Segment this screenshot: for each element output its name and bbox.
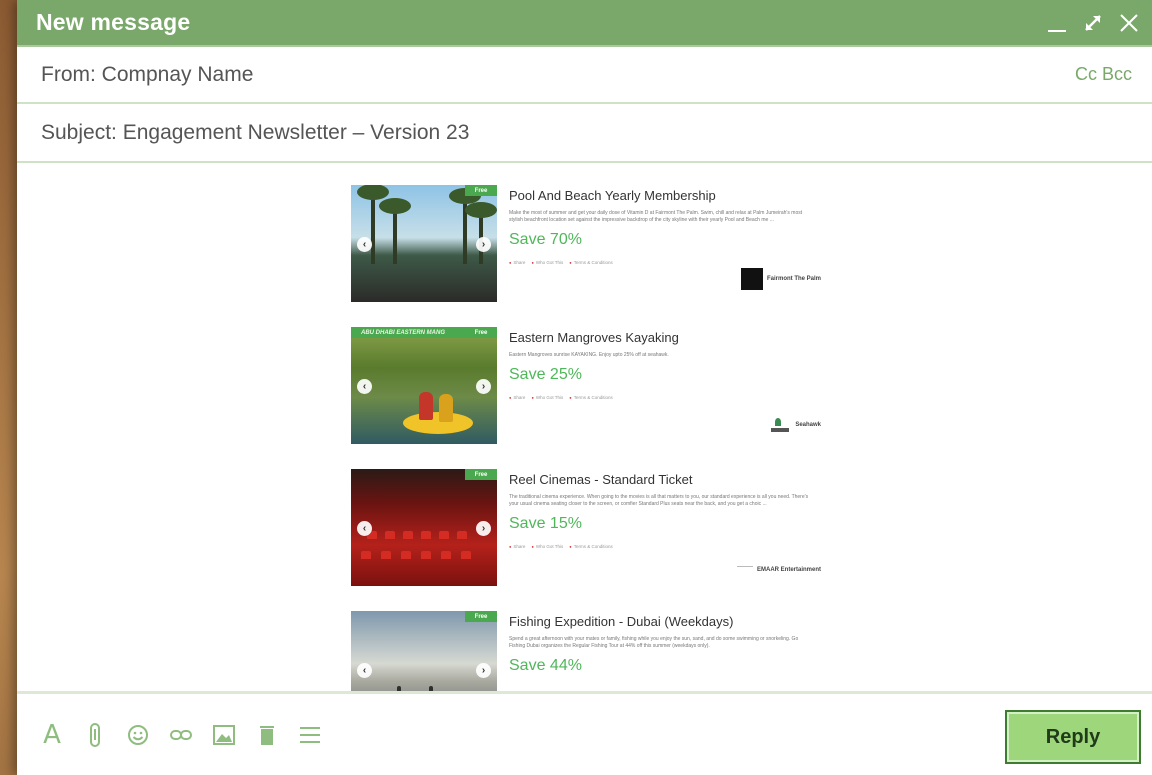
seat-shape (421, 531, 431, 539)
deal-description: Eastern Mangroves sunrise KAYAKING. Enjo… (509, 352, 669, 358)
who-got-this-link[interactable]: Who Got This (531, 544, 563, 549)
share-link[interactable]: Share (509, 395, 525, 400)
attachment-icon[interactable] (84, 722, 106, 748)
seat-shape (403, 531, 413, 539)
share-link[interactable]: Share (509, 544, 525, 549)
prev-arrow-icon[interactable]: ‹ (357, 236, 372, 252)
close-icon[interactable] (1118, 12, 1140, 34)
deal-description: The traditional cinema experience. When … (509, 494, 809, 507)
cc-link[interactable]: Cc (1075, 64, 1097, 85)
free-tag: Free (465, 611, 497, 622)
terms-link[interactable]: Terms & Conditions (569, 260, 613, 265)
deal-save: Save 70% (509, 231, 582, 248)
share-link[interactable]: Share (509, 260, 525, 265)
deal-actions: Share Who Got This Terms & Conditions (509, 544, 821, 549)
deal-description: Make the most of summer and get your dai… (509, 210, 803, 223)
person-shape (439, 394, 453, 422)
merchant: Seahawk (771, 418, 821, 432)
trash-icon[interactable] (256, 722, 278, 748)
deal-image: Free ‹ › (351, 469, 497, 586)
terms-link[interactable]: Terms & Conditions (569, 544, 613, 549)
deal-actions: Share Who Got This Terms & Conditions (509, 260, 821, 265)
message-body[interactable]: Free ‹ › Pool And Beach Yearly Membershi… (17, 165, 1152, 691)
seat-shape (401, 551, 411, 559)
seat-shape (439, 531, 449, 539)
merchant: Fairmont The Palm (740, 268, 821, 290)
merchant: EMAAR Entertainment (736, 566, 821, 574)
seat-shape (457, 531, 467, 539)
newsletter: Free ‹ › Pool And Beach Yearly Membershi… (351, 185, 821, 691)
next-arrow-icon[interactable]: › (476, 520, 491, 536)
deal-description: Spend a great afternoon with your mates … (509, 636, 799, 649)
compose-window: New message From: Compnay Name Cc Bcc Su… (17, 0, 1152, 775)
deal-info: Fishing Expedition - Dubai (Weekdays) Sp… (497, 611, 821, 691)
merchant-logo (740, 268, 763, 290)
seat-shape (461, 551, 471, 559)
seat-shape (441, 551, 451, 559)
deal-card[interactable]: Free ‹ › Pool And Beach Yearly Membershi… (351, 185, 821, 302)
deal-card[interactable]: ABU DHABI EASTERN MANG Free ‹ › Eastern … (351, 327, 821, 444)
deal-title[interactable]: Reel Cinemas - Standard Ticket (509, 472, 821, 487)
deal-save: Save 15% (509, 515, 582, 532)
merchant-name: Fairmont The Palm (766, 276, 821, 282)
deal-save: Save 44% (509, 657, 582, 674)
deal-image: ABU DHABI EASTERN MANG Free ‹ › (351, 327, 497, 444)
seat-shape (421, 551, 431, 559)
window-title: New message (36, 9, 191, 35)
cc-bcc-links: Cc Bcc (1075, 64, 1132, 85)
from-field[interactable]: From: Compnay Name (41, 63, 253, 87)
compose-toolbar: A Reply (17, 691, 1152, 775)
subject-row: Subject: Engagement Newsletter – Version… (17, 104, 1152, 163)
deal-image: Free ‹ › (351, 611, 497, 691)
deal-actions: Share Who Got This Terms & Conditions (509, 395, 821, 400)
free-tag: Free (465, 327, 497, 338)
palm-tree (357, 185, 389, 264)
seat-shape (361, 551, 371, 559)
seat-shape (385, 531, 395, 539)
next-arrow-icon[interactable]: › (476, 236, 491, 252)
seat-shape (381, 551, 391, 559)
image-icon[interactable] (213, 722, 235, 748)
expand-icon[interactable] (1082, 12, 1104, 34)
emoji-icon[interactable] (127, 722, 149, 748)
window-titlebar: New message (17, 0, 1152, 47)
deal-card[interactable]: Free ‹ › Reel Cinemas - Standard Ticket … (351, 469, 821, 586)
merchant-name: Seahawk (795, 422, 821, 428)
deal-card[interactable]: Free ‹ › Fishing Expedition - Dubai (Wee… (351, 611, 821, 691)
deal-info: Reel Cinemas - Standard Ticket The tradi… (497, 469, 821, 586)
deal-save: Save 25% (509, 366, 582, 383)
deal-title[interactable]: Fishing Expedition - Dubai (Weekdays) (509, 614, 821, 629)
merchant-logo (736, 566, 753, 574)
merchant-logo (771, 418, 791, 432)
next-arrow-icon[interactable]: › (476, 662, 491, 678)
prev-arrow-icon[interactable]: ‹ (357, 378, 372, 394)
deal-image: Free ‹ › (351, 185, 497, 302)
prev-arrow-icon[interactable]: ‹ (357, 520, 372, 536)
link-icon[interactable] (170, 722, 192, 748)
text-format-icon[interactable]: A (41, 720, 63, 750)
kayak-shape (403, 412, 473, 434)
deal-info: Pool And Beach Yearly Membership Make th… (497, 185, 821, 302)
deal-title[interactable]: Pool And Beach Yearly Membership (509, 188, 821, 203)
free-tag: Free (465, 185, 497, 196)
next-arrow-icon[interactable]: › (476, 378, 491, 394)
minimize-icon[interactable] (1046, 12, 1068, 34)
prev-arrow-icon[interactable]: ‹ (357, 662, 372, 678)
bcc-link[interactable]: Bcc (1102, 64, 1132, 85)
subject-field[interactable]: Subject: Engagement Newsletter – Version… (41, 121, 469, 145)
free-tag: Free (465, 469, 497, 480)
image-banner: ABU DHABI EASTERN MANG (351, 327, 465, 338)
menu-icon[interactable] (299, 722, 321, 748)
who-got-this-link[interactable]: Who Got This (531, 395, 563, 400)
person-shape (419, 392, 433, 420)
deal-info: Eastern Mangroves Kayaking Eastern Mangr… (497, 327, 821, 444)
who-got-this-link[interactable]: Who Got This (531, 260, 563, 265)
deal-title[interactable]: Eastern Mangroves Kayaking (509, 330, 821, 345)
reply-button[interactable]: Reply (1005, 710, 1141, 764)
palm-tree (379, 198, 411, 264)
window-controls (1046, 12, 1140, 34)
terms-link[interactable]: Terms & Conditions (569, 395, 613, 400)
from-row: From: Compnay Name Cc Bcc (17, 47, 1152, 104)
merchant-name: EMAAR Entertainment (756, 567, 821, 573)
